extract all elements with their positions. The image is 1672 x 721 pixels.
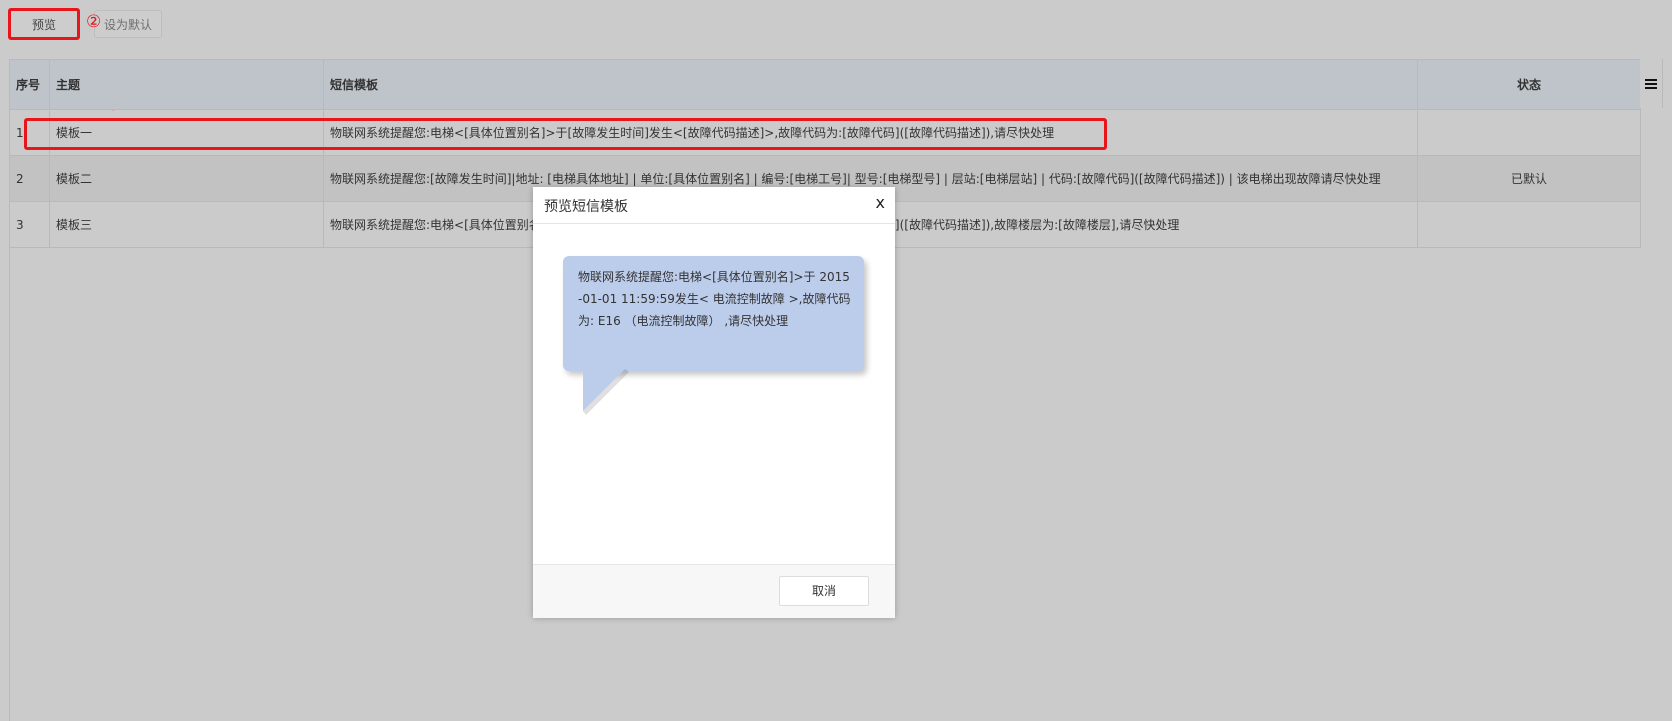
annotation-marker-2: ②	[86, 12, 102, 32]
preview-modal: 预览短信模板 x 物联网系统提醒您:电梯<[具体位置别名]>于 2015-01-…	[533, 187, 895, 618]
toolbar: 预览 设为默认	[0, 0, 1672, 44]
row-subject: 模板二	[49, 155, 324, 202]
row-status	[1417, 201, 1641, 248]
column-menu-icon[interactable]	[1640, 59, 1663, 108]
header-subject[interactable]: 主题	[49, 59, 324, 110]
modal-header: 预览短信模板 x	[533, 187, 895, 224]
row-subject: 模板一	[49, 109, 324, 156]
bubble-tail-icon	[583, 369, 629, 415]
modal-footer: 取消	[533, 564, 895, 618]
header-template[interactable]: 短信模板	[323, 59, 1418, 110]
close-icon[interactable]: x	[876, 193, 885, 212]
message-bubble: 物联网系统提醒您:电梯<[具体位置别名]>于 2015-01-01 11:59:…	[563, 256, 864, 371]
cancel-button[interactable]: 取消	[779, 576, 869, 606]
row-index: 3	[9, 201, 50, 248]
row-index: 1	[9, 109, 50, 156]
modal-body: 物联网系统提醒您:电梯<[具体位置别名]>于 2015-01-01 11:59:…	[533, 224, 895, 552]
set-default-button[interactable]: 设为默认	[94, 10, 162, 38]
row-index: 2	[9, 155, 50, 202]
row-status-badge: 已默认	[1417, 155, 1641, 202]
preview-button[interactable]: 预览	[10, 10, 78, 38]
header-status[interactable]: 状态	[1417, 59, 1641, 110]
table-row[interactable]: 1 模板一 物联网系统提醒您:电梯<[具体位置别名]>于[故障发生时间]发生<[…	[9, 109, 1641, 156]
modal-title: 预览短信模板	[544, 199, 628, 215]
table-header-row: 序号 主题 短信模板 状态	[9, 59, 1641, 110]
message-preview-text: 物联网系统提醒您:电梯<[具体位置别名]>于 2015-01-01 11:59:…	[578, 270, 851, 328]
header-index[interactable]: 序号	[9, 59, 50, 110]
row-template: 物联网系统提醒您:电梯<[具体位置别名]>于[故障发生时间]发生<[故障代码描述…	[323, 109, 1418, 156]
row-status	[1417, 109, 1641, 156]
row-subject: 模板三	[49, 201, 324, 248]
